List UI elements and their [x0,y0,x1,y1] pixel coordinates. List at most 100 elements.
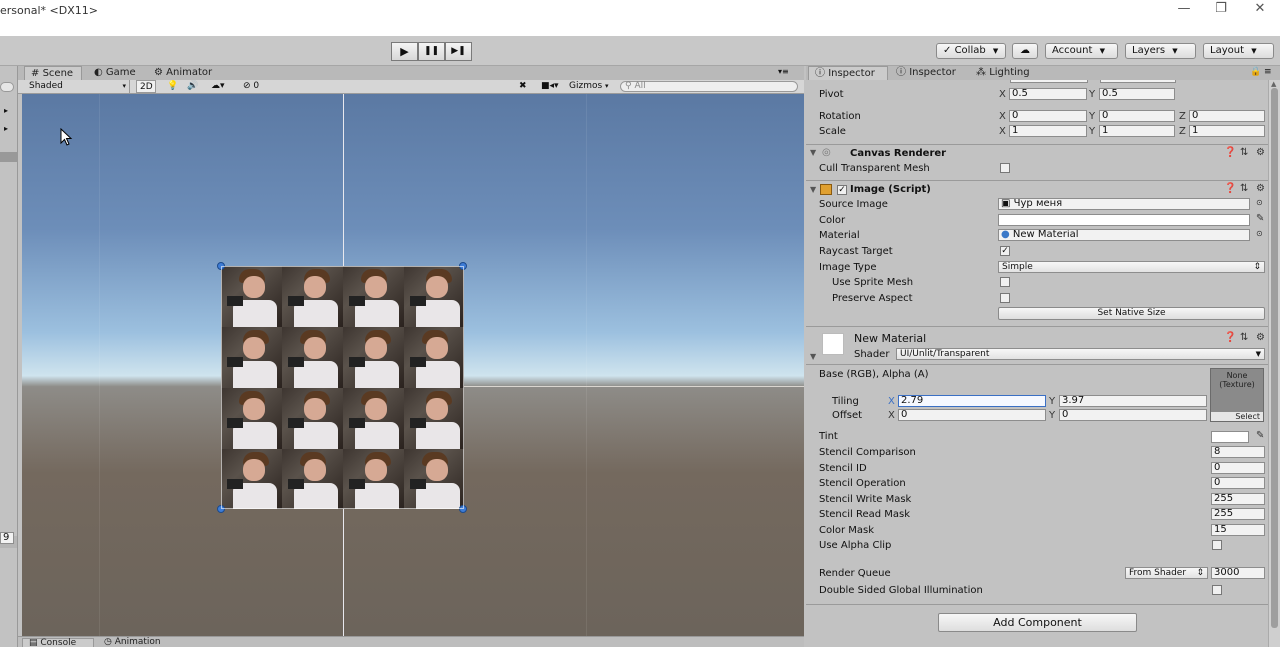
scale-y-field[interactable]: 1 [1099,125,1175,137]
scale-x-field[interactable]: 1 [1009,125,1087,137]
selected-row[interactable] [0,152,17,162]
left-field[interactable]: 9 [0,532,14,544]
preset-icon[interactable]: ⇅ [1240,332,1248,343]
audio-icon[interactable]: 🔊 [184,80,201,93]
gear-icon[interactable]: ⚙ [1256,183,1265,194]
step-button[interactable]: ▶❚ [445,42,472,61]
texture-slot[interactable]: None (Texture) Select [1210,368,1264,422]
object-picker-icon[interactable]: ⊙ [1256,198,1263,207]
gizmos-dropdown[interactable]: Gizmos ▾ [566,80,610,93]
rotation-x-field[interactable]: 0 [1009,110,1087,122]
tab-animator[interactable]: ⚙ Animator [148,66,218,80]
material-property-field[interactable]: 255 [1211,508,1265,520]
search-field[interactable] [0,82,14,92]
gear-icon[interactable]: ⚙ [1256,147,1265,158]
tab-console[interactable]: ▤ Console [22,638,94,647]
panel-menu-icon[interactable]: ▾≡ [778,67,789,76]
tint-color-swatch[interactable] [1211,431,1249,443]
shader-dropdown[interactable]: UI/Unlit/Transparent ▼ [896,348,1265,360]
gear-icon[interactable]: ⚙ [1256,332,1265,343]
scene-viewport[interactable] [22,94,804,636]
material-field[interactable]: ● New Material [998,229,1250,241]
foldout-arrow-icon[interactable]: ▼ [810,185,816,194]
cloud-button[interactable]: ☁ [1012,43,1038,59]
maximize-button[interactable]: ❐ [1201,0,1241,20]
offset-x-field[interactable]: 0 [898,409,1046,421]
help-icon[interactable]: ❓ [1224,332,1236,343]
source-image-field[interactable]: ▣ Чур меня [998,198,1250,210]
scrollbar-thumb[interactable] [1271,88,1278,628]
scroll-up-icon[interactable]: ▲ [1271,80,1276,88]
width-field[interactable] [1010,80,1088,83]
effects-icon[interactable]: ☁▾ [208,80,228,93]
help-icon[interactable]: ❓ [1224,147,1236,158]
lighting-icon[interactable]: 💡 [164,80,181,93]
chevron-down-icon: ▼ [1255,350,1261,358]
set-native-size-button[interactable]: Set Native Size [998,307,1265,320]
pivot-y-field[interactable]: 0.5 [1099,88,1175,100]
rotation-y-field[interactable]: 0 [1099,110,1175,122]
image-type-dropdown[interactable]: Simple ⇕ [998,261,1265,273]
tiling-x-field[interactable]: 2.79 [898,395,1046,407]
material-property-field[interactable]: 15 [1211,524,1265,536]
render-queue-field[interactable]: 3000 [1211,567,1265,579]
layout-dropdown[interactable]: Layout ▼ [1203,43,1274,59]
scale-z-field[interactable]: 1 [1189,125,1265,137]
preserve-aspect-checkbox[interactable] [1000,293,1010,303]
image-enabled-checkbox[interactable]: ✓ [837,185,847,195]
hierarchy-strip[interactable]: ▸ ▸ ◂ 9 [0,66,18,647]
lock-icon[interactable]: 🔒 [1250,67,1261,77]
pause-button[interactable]: ❚❚ [418,42,445,61]
expand-arrow-icon[interactable]: ▸ [4,106,8,115]
collab-dropdown[interactable]: ✓ Collab ▼ [936,43,1006,59]
visibility-icon[interactable]: ⊘ 0 [240,80,262,93]
account-dropdown[interactable]: Account ▼ [1045,43,1118,59]
tab-inspector-1[interactable]: ⓘ Inspector [808,66,888,80]
eyedropper-icon[interactable]: ✎ [1256,430,1264,441]
eyedropper-icon[interactable]: ✎ [1256,213,1264,224]
use-sprite-mesh-checkbox[interactable] [1000,277,1010,287]
tab-inspector-2[interactable]: ⓘ Inspector [890,66,968,80]
panel-menu-icon[interactable]: ≡ [1264,67,1272,77]
double-sided-gi-checkbox[interactable] [1212,585,1222,595]
scene-search-input[interactable]: ⚲ All [620,81,798,92]
tools-icon[interactable]: ✖ [516,80,530,93]
help-icon[interactable]: ❓ [1224,183,1236,194]
layers-dropdown[interactable]: Layers ▼ [1125,43,1196,59]
material-property-field[interactable]: 0 [1211,477,1265,489]
play-button[interactable]: ▶ [391,42,418,61]
tab-animation[interactable]: ◷ Animation [98,638,167,647]
tab-lighting[interactable]: ⁂ Lighting [970,66,1040,80]
minimize-button[interactable]: — [1164,0,1204,20]
preset-icon[interactable]: ⇅ [1240,183,1248,194]
object-picker-icon[interactable]: ⊙ [1256,229,1263,238]
foldout-arrow-icon[interactable]: ▼ [810,148,816,157]
offset-y-field[interactable]: 0 [1059,409,1207,421]
2d-toggle[interactable]: 2D [136,80,156,93]
cull-transparent-checkbox[interactable] [1000,163,1010,173]
color-swatch[interactable] [998,214,1250,226]
use-alpha-clip-checkbox[interactable] [1212,540,1222,550]
shading-dropdown[interactable]: Shaded ▾ [26,80,130,93]
preset-icon[interactable]: ⇅ [1240,147,1248,158]
height-field[interactable] [1100,80,1176,83]
texture-select-button[interactable]: Select [1211,412,1263,421]
pivot-x-field[interactable]: 0.5 [1009,88,1087,100]
tiling-y-field[interactable]: 3.97 [1059,395,1207,407]
grid-line [99,94,100,636]
raycast-target-checkbox[interactable]: ✓ [1000,246,1010,256]
add-component-button[interactable]: Add Component [938,613,1137,632]
expand-arrow-icon[interactable]: ▸ [4,124,8,133]
inspector-scrollbar[interactable]: ▲ [1268,80,1280,647]
material-property-field[interactable]: 255 [1211,493,1265,505]
camera-icon[interactable]: ■◂▾ [538,80,562,93]
image-component-icon [820,184,832,195]
foldout-arrow-icon[interactable]: ▼ [810,352,816,361]
material-property-field[interactable]: 0 [1211,462,1265,474]
material-property-field[interactable]: 8 [1211,446,1265,458]
tab-game[interactable]: ◐ Game [88,66,144,80]
tab-scene[interactable]: # Scene [24,66,82,80]
rotation-z-field[interactable]: 0 [1189,110,1265,122]
render-queue-dropdown[interactable]: From Shader ⇕ [1125,567,1208,579]
close-button[interactable]: ✕ [1240,0,1280,20]
